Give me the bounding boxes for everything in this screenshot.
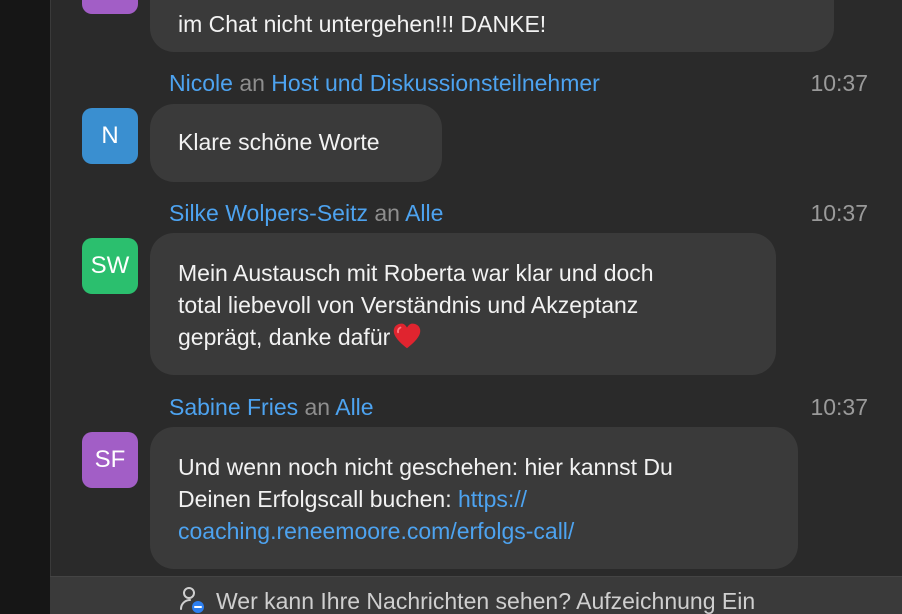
connector-1: an: [239, 70, 265, 96]
erfolgs-call-link-part2[interactable]: coaching.reneemoore.com/erfolgs-call/: [178, 515, 770, 547]
message-text-1: Klare schöne Worte: [178, 129, 380, 155]
message-time-2: 10:37: [810, 200, 868, 226]
app-root: im Chat nicht untergehen!!! DANKE! Nicol…: [0, 0, 902, 614]
erfolgs-call-link-part1[interactable]: https://: [458, 486, 527, 512]
message-bubble-1: Klare schöne Worte: [150, 104, 442, 182]
message-visibility-footer[interactable]: Wer kann Ihre Nachrichten sehen? Aufzeic…: [50, 576, 902, 614]
avatar-previous: [82, 0, 138, 14]
message-header-1: Nicole an Host und Diskussionsteilnehmer: [169, 69, 600, 97]
message-header-3: Sabine Fries an Alle: [169, 393, 374, 421]
message-line-3-1: Deinen Erfolgscall buchen: https://: [178, 483, 770, 515]
message-bubble-2: Mein Austausch mit Roberta war klar und …: [150, 233, 776, 375]
connector-2: an: [374, 200, 400, 226]
sender-name-1[interactable]: Nicole: [169, 70, 233, 96]
left-sidebar-edge: [0, 0, 50, 614]
sender-name-3[interactable]: Sabine Fries: [169, 394, 298, 420]
avatar-sabine[interactable]: SF: [82, 432, 138, 488]
message-line-2-1: total liebevoll von Verständnis und Akze…: [178, 292, 639, 318]
message-time-1: 10:37: [810, 70, 868, 96]
message-line-2-2: geprägt, danke dafür: [178, 321, 748, 353]
person-privacy-icon: [180, 587, 204, 613]
message-time-3: 10:37: [810, 394, 868, 420]
message-text-0: im Chat nicht untergehen!!! DANKE!: [178, 11, 547, 37]
footer-visibility-text[interactable]: Wer kann Ihre Nachrichten sehen? Aufzeic…: [216, 587, 755, 614]
message-line-3-1-text: Deinen Erfolgscall buchen:: [178, 486, 458, 512]
message-header-2: Silke Wolpers-Seitz an Alle: [169, 199, 443, 227]
message-line-3-0: Und wenn noch nicht geschehen: hier kann…: [178, 454, 673, 480]
message-bubble-0: im Chat nicht untergehen!!! DANKE!: [150, 0, 834, 52]
avatar-silke[interactable]: SW: [82, 238, 138, 294]
avatar-nicole[interactable]: N: [82, 108, 138, 164]
message-line-2-0: Mein Austausch mit Roberta war klar und …: [178, 260, 654, 286]
recipient-1[interactable]: Host und Diskussionsteilnehmer: [271, 70, 600, 96]
sender-name-2[interactable]: Silke Wolpers-Seitz: [169, 200, 368, 226]
connector-3: an: [304, 394, 331, 420]
message-bubble-3: Und wenn noch nicht geschehen: hier kann…: [150, 427, 798, 569]
recipient-2[interactable]: Alle: [405, 200, 443, 226]
red-heart-icon: [394, 323, 421, 349]
message-line-2-2-text: geprägt, danke dafür: [178, 324, 391, 350]
recipient-3[interactable]: Alle: [335, 394, 373, 420]
